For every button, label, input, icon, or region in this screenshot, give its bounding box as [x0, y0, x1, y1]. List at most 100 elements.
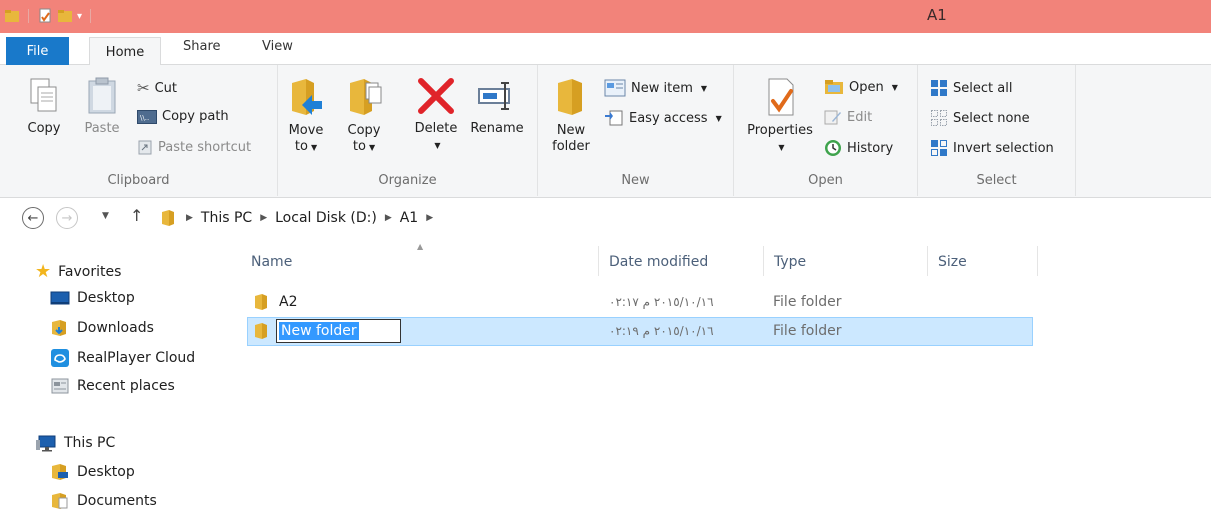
column-divider[interactable]	[1037, 246, 1038, 276]
easy-access-icon	[605, 110, 623, 126]
customize-qat-icon[interactable]: ▾	[77, 11, 82, 22]
dropdown-arrow-icon: ▼	[310, 143, 318, 152]
history-label: History	[847, 140, 894, 156]
breadcrumb: ▶ This PC ▶ Local Disk (D:) ▶ A1 ▶	[160, 204, 433, 232]
table-row[interactable]: A2 ٢٠١٥/١٠/١٦ م ٠٢:١٧ File folder	[247, 288, 1033, 317]
dropdown-arrow-icon: ▼	[434, 141, 441, 150]
group-open: Properties ▼ Open ▼ Edit History Open	[734, 65, 918, 196]
file-explorer-window: ▾ A1 File Home Share View Copy Paste ✂ C…	[0, 0, 1211, 513]
copy-path-button[interactable]: \\.. Copy path	[137, 109, 229, 124]
file-date: ٢٠١٥/١٠/١٦ م ٠٢:١٩	[609, 324, 714, 338]
invert-selection-button[interactable]: Invert selection	[930, 139, 1054, 157]
column-header-type[interactable]: Type	[774, 254, 806, 270]
dropdown-arrow-icon: ▼	[700, 83, 708, 93]
downloads-folder-icon	[52, 320, 66, 336]
open-button[interactable]: Open ▼	[824, 79, 898, 95]
group-select: Select all Select none Invert selection …	[918, 65, 1076, 196]
nav-this-pc[interactable]: This PC	[35, 434, 115, 452]
forward-button[interactable]: →	[56, 207, 78, 229]
window-title: A1	[927, 6, 947, 24]
back-button[interactable]: ←	[22, 207, 44, 229]
select-none-button[interactable]: Select none	[930, 109, 1030, 127]
copy-button[interactable]: Copy	[22, 77, 66, 137]
nav-favorites[interactable]: ★ Favorites	[35, 261, 121, 282]
realplayer-cloud-icon	[51, 349, 69, 367]
breadcrumb-separator-icon[interactable]: ▶	[260, 213, 267, 223]
qat-separator-2	[90, 9, 92, 23]
cut-button[interactable]: ✂ Cut	[137, 79, 177, 97]
recent-places-icon	[51, 378, 69, 394]
edit-icon	[824, 110, 841, 125]
copy-icon	[30, 78, 57, 112]
properties-label: Properties	[747, 123, 813, 138]
address-bar: ← → ▼ ↑ ▶ This PC ▶ Local Disk (D:) ▶ A1…	[0, 198, 1211, 238]
nav-pc-desktop[interactable]: Desktop	[50, 463, 135, 481]
group-new: New folder New item ▼ Easy access ▼ New	[538, 65, 734, 196]
column-divider[interactable]	[763, 246, 764, 276]
history-button[interactable]: History	[824, 139, 893, 157]
select-all-button[interactable]: Select all	[930, 79, 1012, 97]
move-to-button[interactable]: Move to ▼	[286, 77, 326, 156]
tab-view[interactable]: View	[262, 39, 293, 54]
quick-access-toolbar: ▾	[4, 8, 95, 24]
delete-button[interactable]: Delete ▼	[412, 77, 460, 154]
new-item-label: New item	[631, 80, 693, 96]
edit-button[interactable]: Edit	[824, 109, 872, 125]
breadcrumb-separator-icon[interactable]: ▶	[385, 213, 392, 223]
dropdown-arrow-icon: ▼	[715, 113, 722, 123]
column-header-name[interactable]: Name	[251, 254, 292, 270]
copy-path-label: Copy path	[162, 109, 229, 124]
nav-recent-places[interactable]: Recent places	[50, 377, 175, 395]
nav-desktop[interactable]: Desktop	[50, 290, 135, 306]
file-type: File folder	[773, 294, 842, 310]
new-folder-label-1: New	[556, 123, 586, 138]
nav-downloads[interactable]: Downloads	[50, 319, 154, 337]
tab-home[interactable]: Home	[89, 37, 161, 66]
paste-button[interactable]: Paste	[80, 77, 124, 137]
recent-locations-icon[interactable]: ▼	[102, 211, 109, 221]
properties-icon[interactable]	[37, 8, 53, 24]
copy-to-button[interactable]: Copy to ▼	[344, 77, 384, 156]
breadcrumb-this-pc[interactable]: This PC	[201, 210, 252, 226]
desktop-icon	[50, 291, 70, 305]
folder-icon	[5, 10, 19, 22]
breadcrumb-separator-icon[interactable]: ▶	[426, 213, 433, 223]
nav-favorites-label: Favorites	[58, 263, 122, 280]
star-icon: ★	[35, 261, 52, 282]
nav-realplayer-cloud[interactable]: RealPlayer Cloud	[50, 348, 195, 368]
new-item-button[interactable]: New item ▼	[604, 79, 707, 97]
breadcrumb-local-disk[interactable]: Local Disk (D:)	[275, 210, 377, 226]
column-header-date[interactable]: Date modified	[609, 254, 708, 270]
copy-to-label-1: Copy	[347, 123, 381, 138]
file-type: File folder	[773, 323, 842, 339]
up-arrow-icon[interactable]: ↑	[130, 206, 143, 225]
rename-button[interactable]: Rename	[468, 77, 526, 137]
rename-input[interactable]: New folder	[276, 319, 401, 343]
nav-pc-documents[interactable]: Documents	[50, 492, 157, 510]
paste-shortcut-label: Paste shortcut	[158, 139, 252, 155]
new-folder-icon[interactable]	[57, 8, 73, 24]
select-all-icon	[931, 80, 947, 96]
easy-access-button[interactable]: Easy access ▼	[604, 109, 722, 127]
back-arrow-icon: ←	[27, 210, 39, 226]
properties-button[interactable]: Properties ▼	[742, 77, 818, 156]
nav-desktop-label: Desktop	[77, 290, 135, 306]
column-header-size[interactable]: Size	[938, 254, 967, 270]
organize-group-label: Organize	[378, 173, 437, 188]
column-divider[interactable]	[927, 246, 928, 276]
copy-to-label-2: to	[352, 139, 366, 154]
new-folder-icon	[558, 79, 582, 115]
open-group-label: Open	[808, 173, 843, 188]
table-row-selected[interactable]: New folder ٢٠١٥/١٠/١٦ م ٠٢:١٩ File folde…	[247, 317, 1033, 346]
tab-file[interactable]: File	[6, 37, 69, 65]
move-to-label-2: to	[294, 139, 308, 154]
nav-downloads-label: Downloads	[77, 320, 154, 336]
breadcrumb-a1[interactable]: A1	[400, 210, 418, 226]
tab-share[interactable]: Share	[183, 39, 221, 54]
clipboard-group-label: Clipboard	[107, 173, 170, 188]
folder-icon	[255, 323, 267, 339]
column-divider[interactable]	[598, 246, 599, 276]
new-folder-button[interactable]: New folder	[548, 77, 594, 155]
paste-shortcut-button[interactable]: Paste shortcut	[137, 139, 251, 155]
invert-selection-label: Invert selection	[953, 140, 1054, 156]
